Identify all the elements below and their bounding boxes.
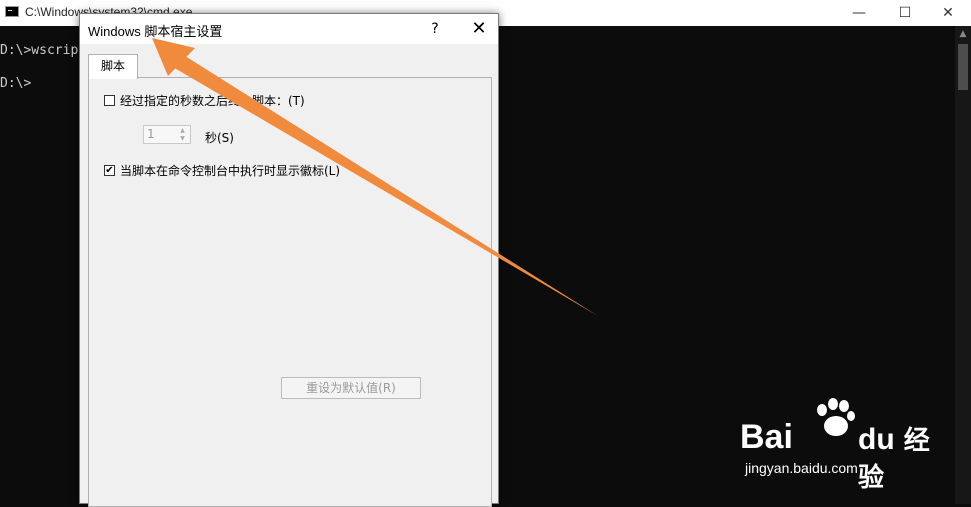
tab-script[interactable]: 脚本 bbox=[88, 54, 138, 79]
console-line: D:\>wscript bbox=[0, 43, 87, 58]
console-scrollbar[interactable]: ▲ bbox=[955, 26, 971, 504]
maximize-button[interactable]: ☐ bbox=[882, 0, 928, 26]
stop-script-checkbox[interactable] bbox=[104, 95, 115, 106]
script-tab-panel: 经过指定的秒数之后终止脚本：(T) 1 ▲ ▼ 秒(S) ✔ 当脚本在命令控制台… bbox=[88, 77, 492, 507]
show-logo-checkbox[interactable]: ✔ bbox=[104, 165, 115, 176]
scroll-thumb[interactable] bbox=[958, 44, 968, 90]
dialog-title: Windows 脚本宿主设置 bbox=[88, 24, 223, 39]
baidu-watermark: Bai du 经验 jingyan.baidu.com bbox=[740, 398, 940, 493]
spin-down-icon[interactable]: ▼ bbox=[176, 135, 189, 143]
show-logo-label[interactable]: 当脚本在命令控制台中执行时显示徽标(L) bbox=[120, 162, 340, 179]
stop-script-label[interactable]: 经过指定的秒数之后终止脚本：(T) bbox=[120, 92, 305, 109]
script-host-settings-dialog: Windows 脚本宿主设置 ? ✕ 脚本 经过指定的秒数之后终止脚本：(T) … bbox=[79, 13, 499, 507]
watermark-url: jingyan.baidu.com bbox=[745, 460, 858, 476]
minimize-button[interactable]: — bbox=[836, 0, 882, 26]
dialog-close-button[interactable]: ✕ bbox=[460, 14, 498, 44]
console-close-button[interactable]: ✕ bbox=[925, 0, 971, 26]
watermark-brand: Bai bbox=[740, 418, 793, 456]
seconds-value: 1 bbox=[147, 127, 155, 141]
seconds-spinner[interactable]: 1 ▲ ▼ bbox=[143, 125, 191, 144]
paw-icon bbox=[817, 398, 855, 436]
help-button[interactable]: ? bbox=[420, 14, 450, 44]
scroll-up-icon[interactable]: ▲ bbox=[955, 26, 971, 42]
watermark-du: du bbox=[858, 423, 895, 456]
reset-defaults-button[interactable]: 重设为默认值(R) bbox=[281, 377, 421, 399]
console-app-icon bbox=[5, 6, 19, 17]
dialog-titlebar[interactable]: Windows 脚本宿主设置 ? ✕ bbox=[80, 14, 498, 44]
spin-up-icon[interactable]: ▲ bbox=[176, 127, 189, 135]
seconds-label: 秒(S) bbox=[205, 131, 234, 145]
console-line: D:\> bbox=[0, 76, 32, 91]
watermark-product: du 经验 bbox=[858, 420, 940, 494]
